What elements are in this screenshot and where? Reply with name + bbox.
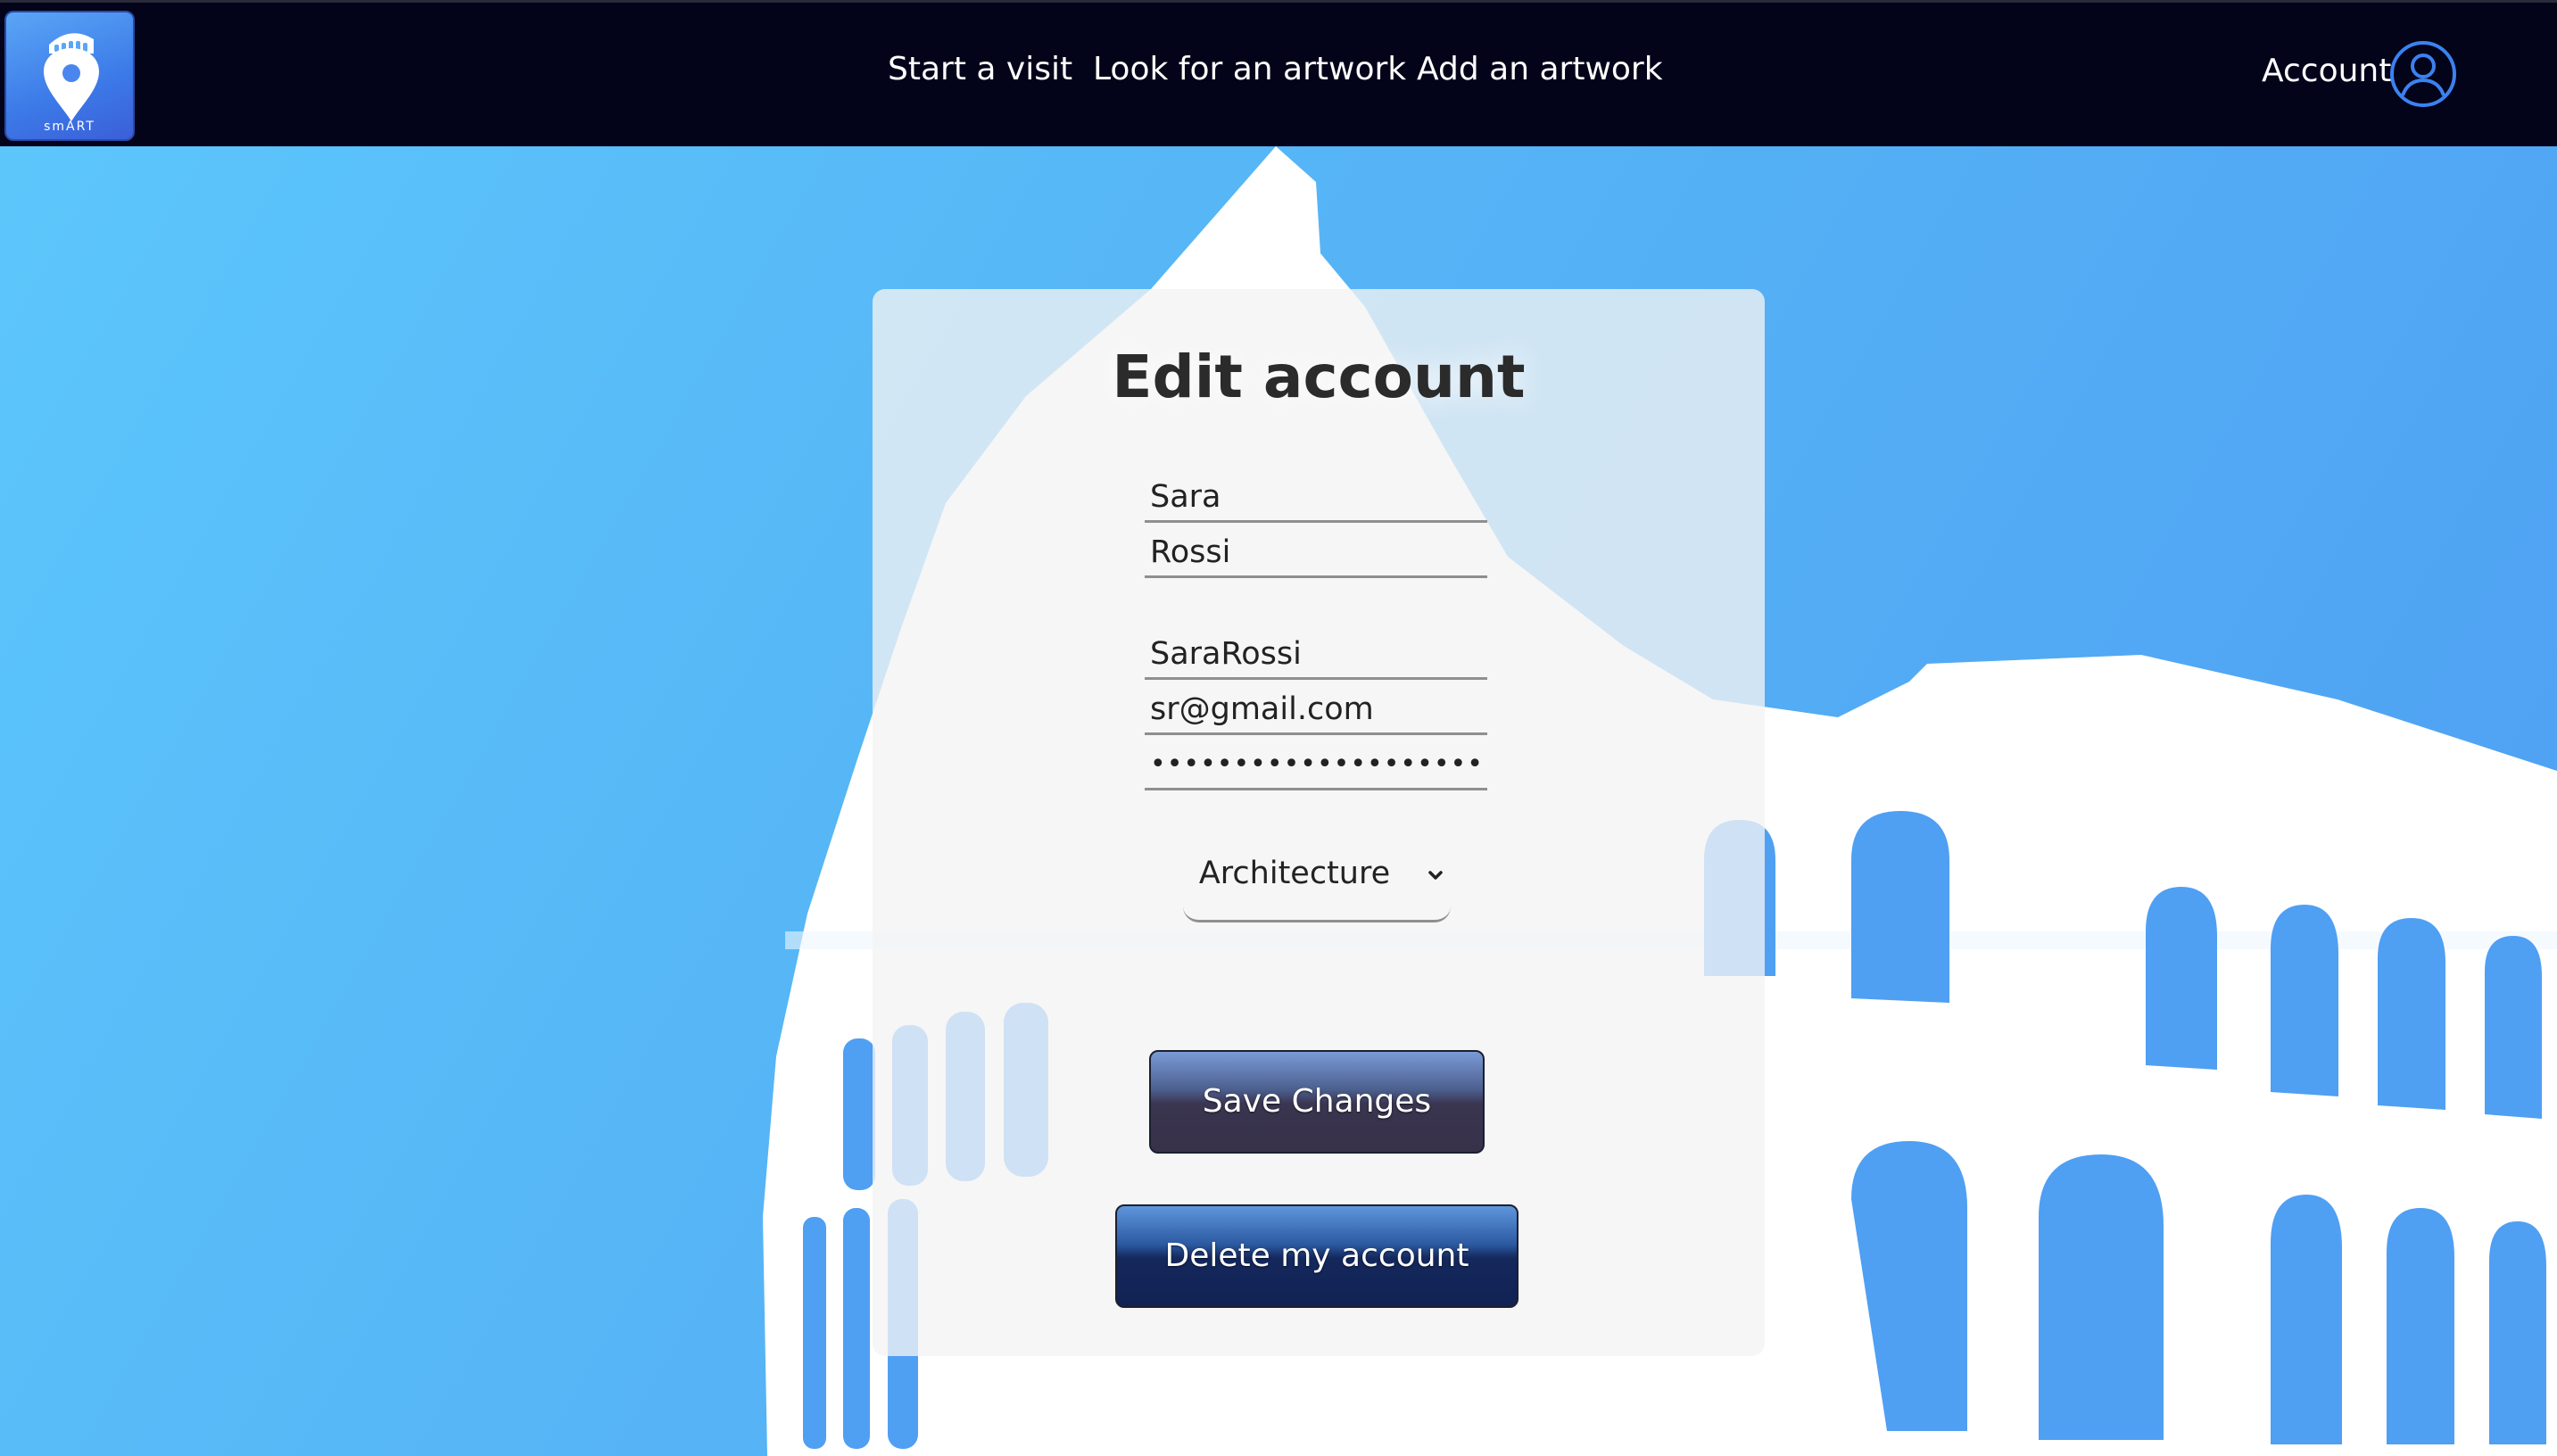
nav-start-visit[interactable]: Start a visit — [888, 47, 1072, 92]
nav-account-link[interactable]: Account — [2262, 49, 2391, 94]
edit-account-card: Edit account Architecture Save Changes D… — [873, 289, 1765, 1356]
logo-text: smART — [44, 120, 95, 134]
email-field[interactable] — [1145, 685, 1487, 735]
username-field[interactable] — [1145, 630, 1487, 680]
page-title: Edit account — [1112, 343, 1526, 411]
chevron-down-icon — [1428, 871, 1443, 880]
app-logo[interactable]: smART — [4, 11, 135, 141]
page: smART Start a visit Look for an artwork … — [0, 0, 2557, 1456]
password-field[interactable] — [1145, 740, 1487, 790]
first-name-field[interactable] — [1145, 473, 1487, 523]
interest-select-value: Architecture — [1198, 856, 1391, 891]
save-changes-button[interactable]: Save Changes — [1149, 1050, 1485, 1154]
last-name-field[interactable] — [1145, 528, 1487, 578]
nav-look-for-artwork[interactable]: Look for an artwork — [1093, 47, 1406, 92]
user-circle-icon[interactable] — [2389, 40, 2457, 108]
interest-select[interactable]: Architecture — [1183, 851, 1451, 922]
delete-account-button[interactable]: Delete my account — [1115, 1204, 1518, 1308]
top-navbar: smART Start a visit Look for an artwork … — [0, 0, 2557, 146]
nav-add-artwork[interactable]: Add an artwork — [1417, 47, 1663, 92]
